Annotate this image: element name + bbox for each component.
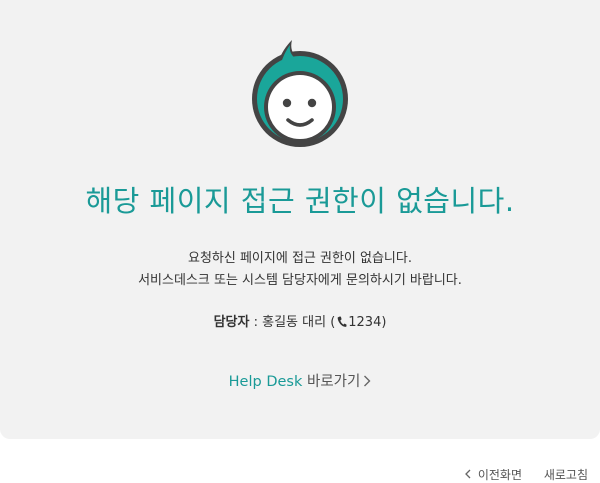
mascot-face-icon <box>252 40 348 147</box>
back-button[interactable]: 이전화면 <box>464 468 522 482</box>
refresh-label: 새로고침 <box>543 468 588 482</box>
phone-icon <box>337 316 347 327</box>
helpdesk-link[interactable]: Help Desk 바로가기 <box>229 374 372 390</box>
contact-name: 홍길동 대리 ( <box>262 315 336 330</box>
contact-extension: 1234) <box>348 315 387 330</box>
chevron-left-icon <box>464 469 471 479</box>
chevron-right-icon <box>364 375 371 387</box>
back-label: 이전화면 <box>477 468 522 482</box>
refresh-button[interactable]: 새로고침 <box>544 468 588 482</box>
description-line-1: 요청하신 페이지에 접근 권한이 없습니다. <box>188 251 412 266</box>
error-panel: 해당 페이지 접근 권한이 없습니다. 요청하신 페이지에 접근 권한이 없습니… <box>0 0 600 439</box>
helpdesk-row: Help Desk 바로가기 <box>0 370 600 391</box>
error-description: 요청하신 페이지에 접근 권한이 없습니다. 서비스데스크 또는 시스템 담당자… <box>0 248 600 292</box>
contact-label: 담당자 <box>213 315 250 330</box>
page-title: 해당 페이지 접근 권한이 없습니다. <box>85 184 515 218</box>
helpdesk-name: Help Desk <box>228 374 303 390</box>
footer-nav: 이전화면 새로고침 <box>464 466 588 483</box>
description-line-2: 서비스데스크 또는 시스템 담당자에게 문의하시기 바랍니다. <box>138 273 462 288</box>
contact-info: 담당자 : 홍길동 대리 ( 1234) <box>0 311 600 330</box>
helpdesk-action-label: 바로가기 <box>302 374 361 390</box>
contact-separator: : <box>249 315 263 330</box>
